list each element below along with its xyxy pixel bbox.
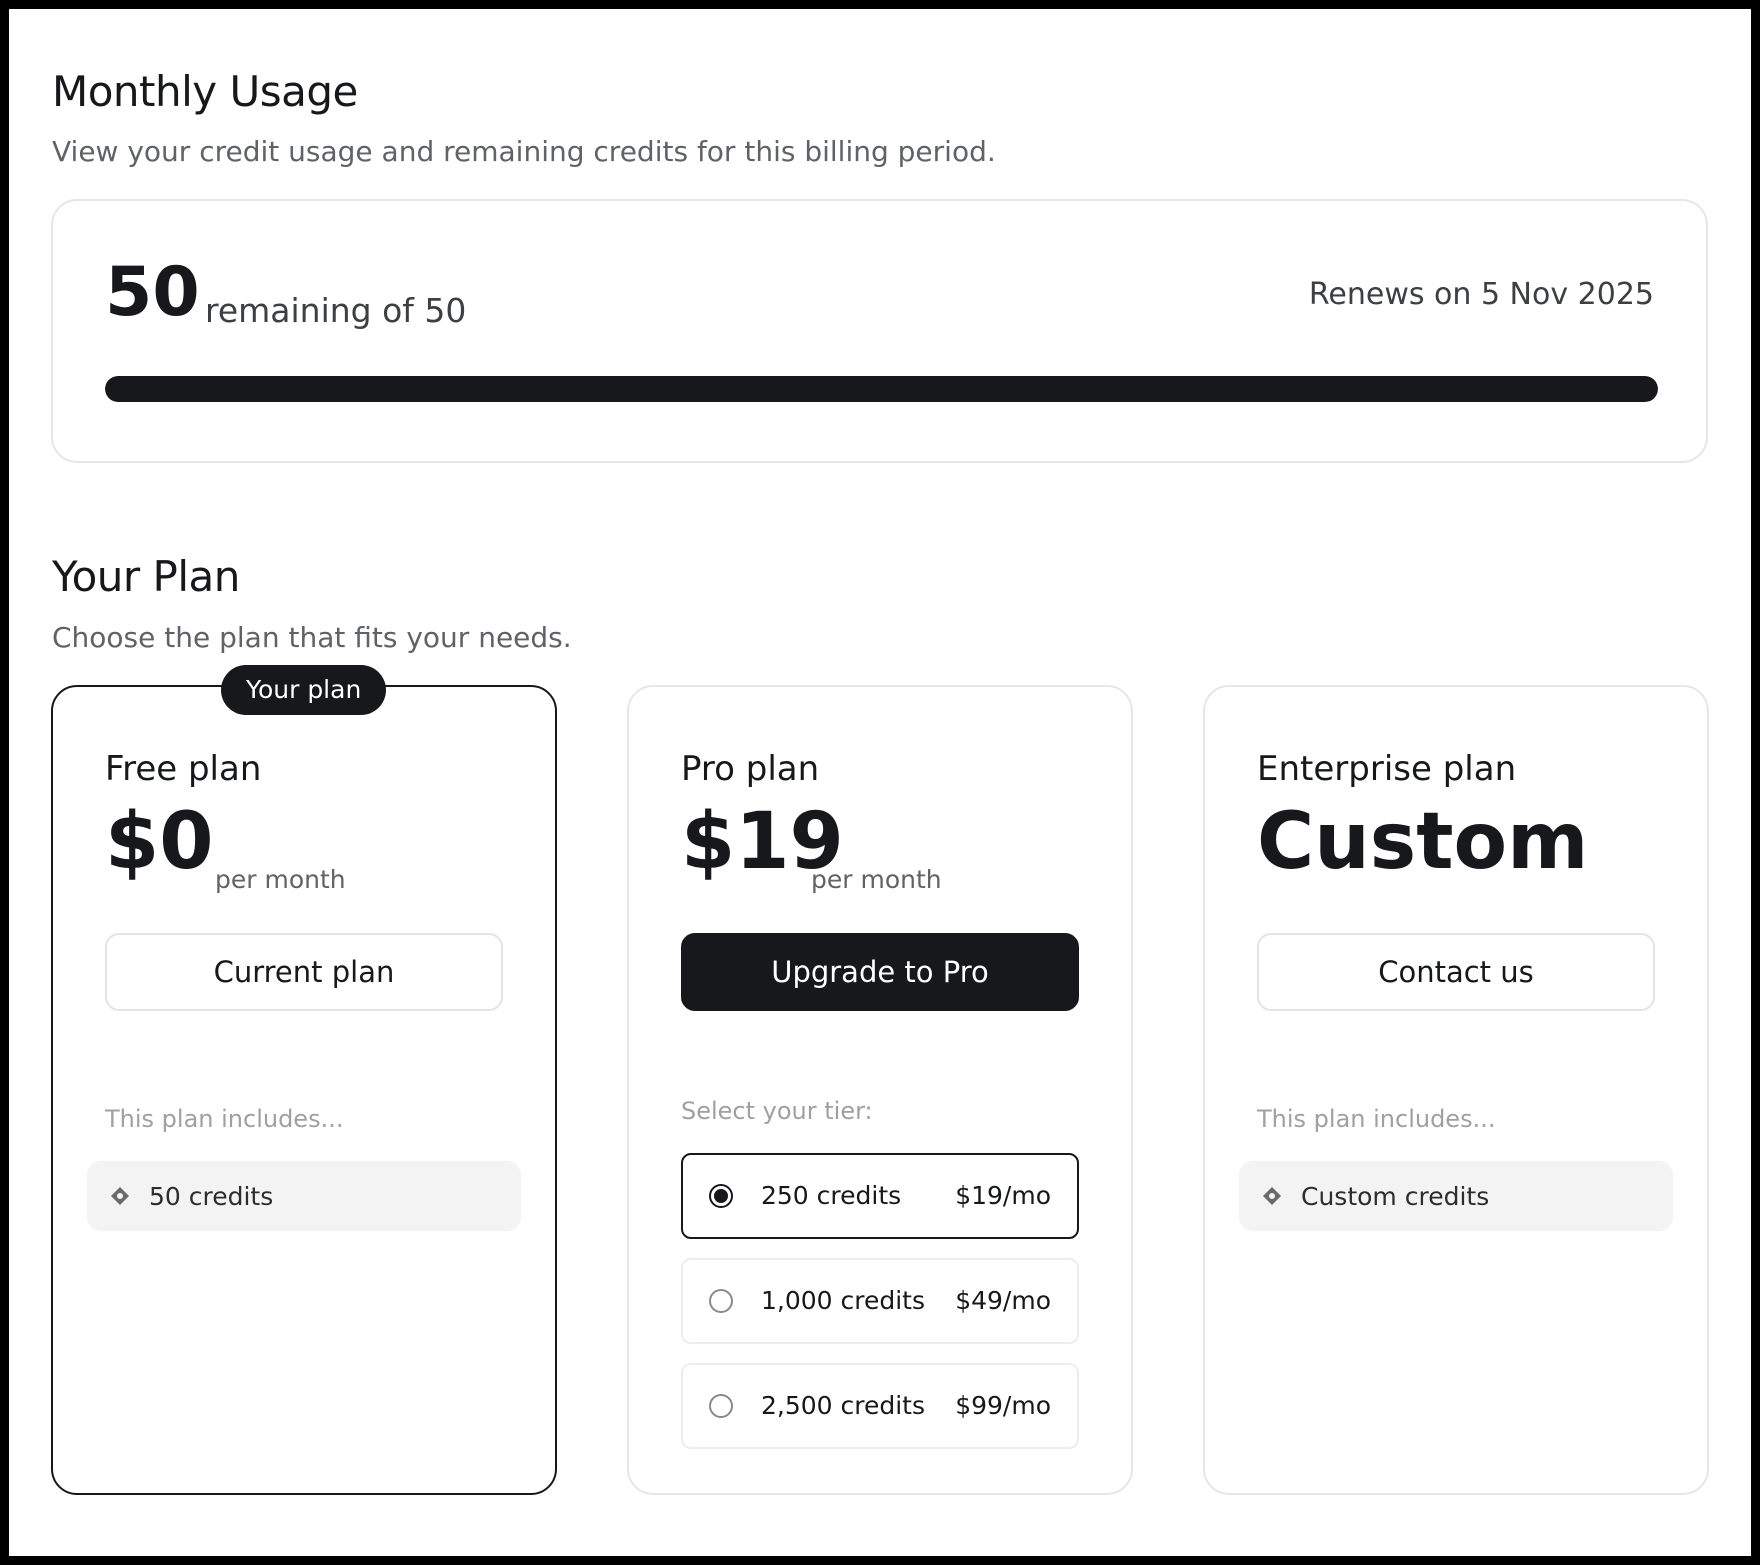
upgrade-to-pro-button[interactable]: Upgrade to Pro [681, 933, 1079, 1011]
tier-option-2500[interactable]: 2,500 credits $99/mo [681, 1363, 1079, 1449]
radio-button-icon[interactable] [709, 1289, 733, 1313]
remaining-credits-label: remaining of 50 [205, 291, 467, 330]
tier-select-label: Select your tier: [681, 1097, 873, 1125]
feature-text-enterprise: Custom credits [1301, 1181, 1490, 1211]
plan-name-free: Free plan [105, 749, 262, 789]
contact-us-button[interactable]: Contact us [1257, 933, 1655, 1011]
plan-section-subtitle: Choose the plan that fits your needs. [52, 621, 572, 654]
radio-button-icon[interactable] [709, 1184, 733, 1208]
plan-card-enterprise: Enterprise plan Custom Contact us This p… [1203, 685, 1709, 1495]
radio-button-icon[interactable] [709, 1394, 733, 1418]
feature-text-free: 50 credits [149, 1181, 274, 1211]
tier-price: $19/mo [955, 1181, 1051, 1210]
tier-option-250[interactable]: 250 credits $19/mo [681, 1153, 1079, 1239]
feature-item-free: 50 credits [87, 1161, 521, 1231]
usage-card: 50 remaining of 50 Renews on 5 Nov 2025 [51, 199, 1708, 463]
plan-section-title: Your Plan [52, 552, 240, 601]
plan-card-pro: Pro plan $19 per month Upgrade to Pro Se… [627, 685, 1133, 1495]
plan-period-free: per month [215, 865, 346, 894]
tier-credits: 2,500 credits [761, 1391, 926, 1420]
current-plan-button[interactable]: Current plan [105, 933, 503, 1011]
tier-credits: 1,000 credits [761, 1286, 926, 1315]
includes-label-enterprise: This plan includes... [1257, 1105, 1496, 1133]
remaining-credits-count: 50 [105, 253, 200, 332]
usage-progress-bar [105, 376, 1658, 402]
plan-card-free: Your plan Free plan $0 per month Current… [51, 665, 557, 1495]
tier-price: $99/mo [955, 1391, 1051, 1420]
usage-progress-fill [105, 376, 1658, 402]
page-frame: Monthly Usage View your credit usage and… [9, 9, 1751, 1556]
diamond-icon [1263, 1187, 1281, 1205]
tier-option-1000[interactable]: 1,000 credits $49/mo [681, 1258, 1079, 1344]
includes-label-free: This plan includes... [105, 1105, 344, 1133]
tier-price: $49/mo [955, 1286, 1051, 1315]
diamond-icon [111, 1187, 129, 1205]
plan-name-enterprise: Enterprise plan [1257, 749, 1517, 789]
usage-title: Monthly Usage [52, 67, 358, 116]
plan-price-free: $0 [105, 797, 214, 887]
feature-item-enterprise: Custom credits [1239, 1161, 1673, 1231]
usage-subtitle: View your credit usage and remaining cre… [52, 135, 996, 168]
plan-name-pro: Pro plan [681, 749, 820, 789]
plan-price-enterprise: Custom [1257, 797, 1589, 887]
renewal-date: Renews on 5 Nov 2025 [1308, 277, 1654, 312]
plan-period-pro: per month [811, 865, 942, 894]
billing-page: Monthly Usage View your credit usage and… [9, 9, 1751, 1556]
your-plan-badge: Your plan [221, 665, 387, 715]
tier-credits: 250 credits [761, 1181, 902, 1210]
